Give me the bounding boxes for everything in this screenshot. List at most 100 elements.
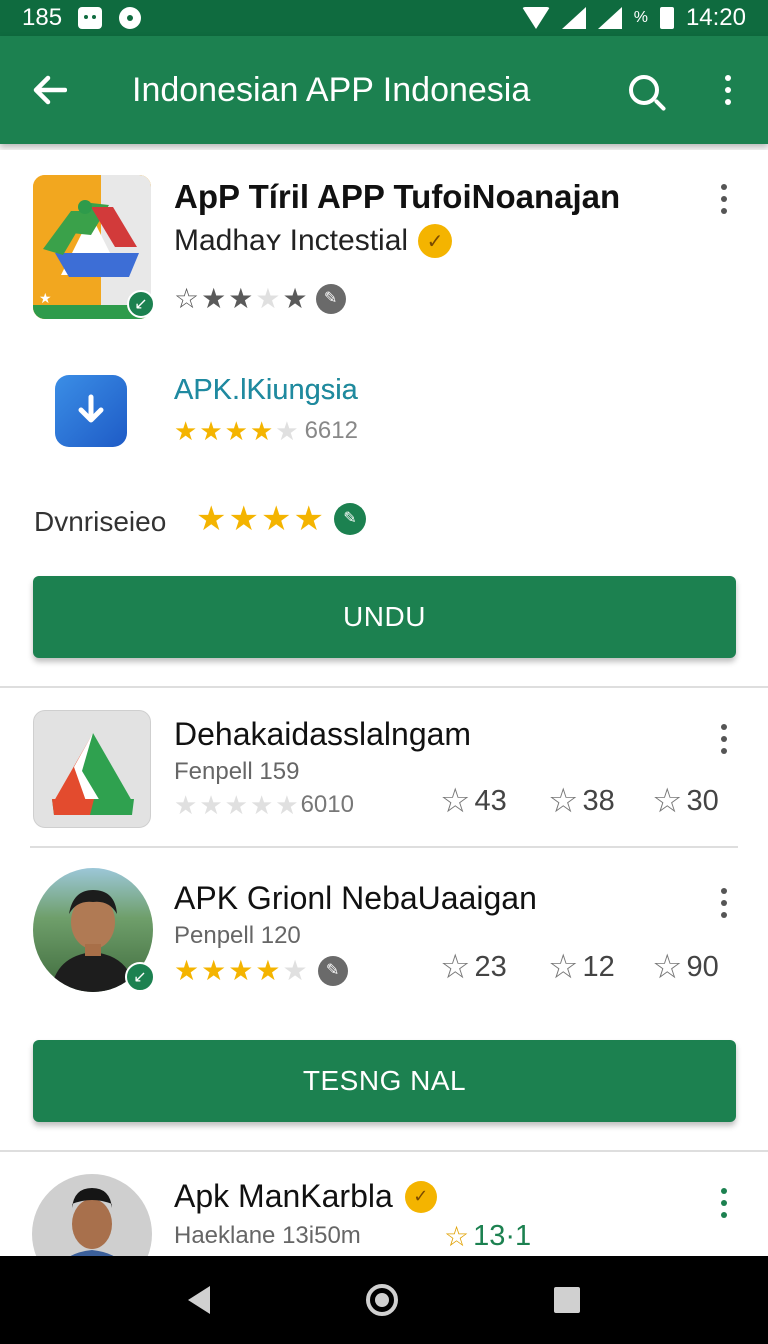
star-icon: ★ [228, 283, 254, 314]
star-outline-icon: ☆ [548, 782, 579, 820]
star-outline-icon: ☆ [174, 283, 200, 314]
record-icon [118, 7, 142, 29]
star-empty-icon: ★ [275, 416, 299, 446]
star-outline-icon: ☆ [444, 1220, 470, 1252]
star-icon: ★ [201, 955, 227, 986]
list-item-2-meta: Penpell 120 [174, 922, 301, 949]
star-outline-icon: ☆ [652, 782, 683, 820]
battery-icon [659, 7, 674, 29]
verified-badge-icon: ↙ [127, 290, 155, 318]
signal-icon-2 [597, 7, 622, 29]
star-icon: ★ [224, 416, 248, 446]
star-empty-icon: ★ [275, 790, 299, 820]
list-item-3-more-button[interactable] [721, 1188, 727, 1218]
app2-count: 6612 [304, 417, 358, 444]
nav-back-icon[interactable] [188, 1286, 210, 1314]
status-bar: 185 % 14:20 [0, 0, 768, 36]
star-empty-icon: ★ [224, 790, 248, 820]
list-item-3-name: Apk ManKarbla [174, 1178, 393, 1214]
star-icon: ★ [199, 416, 223, 446]
list-item-1-count: 6010 [300, 791, 354, 818]
face-notification-icon [78, 7, 103, 29]
app1-more-button[interactable] [721, 184, 727, 214]
stat-2: ☆ 38 [548, 782, 615, 820]
star-icon: ★ [260, 500, 292, 538]
list-item-2-title: APK Grionl NebaUaaigan [174, 880, 537, 916]
list-item-3-meta: Haeklane 13i50m [174, 1222, 361, 1249]
nav-home-icon[interactable] [366, 1284, 398, 1316]
page-title: Indonesian APP Indonesia [132, 70, 531, 109]
verified-badge-icon: ↙ [125, 962, 155, 992]
star-icon: ★ [196, 500, 227, 538]
star-icon: ★ [201, 283, 227, 314]
star-empty-icon: ★ [255, 283, 281, 314]
nav-recents-icon[interactable] [554, 1287, 580, 1313]
arrow-left-icon [33, 75, 67, 105]
more-vert-icon [725, 75, 731, 105]
list-item[interactable]: Dehakaidasslalngam Fenpell 159 ★ ★ ★ ★ ★… [0, 688, 768, 846]
app2-icon[interactable] [55, 375, 127, 447]
edit-badge-icon: ✎ [315, 284, 346, 314]
star-outline-icon: ☆ [440, 948, 471, 986]
star-half-icon: ★ [255, 955, 281, 986]
star-empty-icon: ★ [199, 790, 223, 820]
list-item-3-title: Apk ManKarbla ✓ [174, 1178, 437, 1215]
star-icon: ★ [228, 955, 254, 986]
download-icon [78, 394, 104, 423]
award-badge-icon: ✓ [418, 224, 453, 258]
tesng-nal-button[interactable]: TESNG NAL [33, 1040, 736, 1122]
app1-developer: Madhaʏ Inctestial [174, 224, 409, 257]
stat-1: ☆ 23 [440, 948, 507, 986]
verified-badge-icon: ✎ [333, 503, 366, 535]
undu-button[interactable]: UNDU [33, 576, 736, 658]
more-vert-icon [721, 184, 727, 214]
app-bar: Indonesian APP Indonesia [0, 36, 768, 144]
list-item-1-more-button[interactable] [721, 724, 727, 754]
app1-rating: ☆ ★ ★ ★ ★ ✎ [174, 284, 346, 314]
list-item[interactable]: Apk ManKarbla ✓ Haeklane 13i50m ☆ 13·1 [0, 1152, 768, 1294]
stat-3: ☆ 90 [652, 948, 719, 986]
app-list-card: Dehakaidasslalngam Fenpell 159 ★ ★ ★ ★ ★… [0, 688, 768, 1150]
search-icon [629, 75, 659, 105]
app2-rating: ★ ★ ★ ★ ★ 6612 [174, 418, 358, 444]
star-icon: ★ [282, 283, 308, 314]
star-outline-icon: ☆ [548, 948, 579, 986]
list-item-3-stat: ☆ 13·1 [444, 1220, 532, 1252]
list-item-1-title: Dehakaidasslalngam [174, 716, 472, 752]
more-vert-icon [721, 724, 727, 754]
overflow-menu-button[interactable] [696, 36, 760, 144]
list-item-1-rating: ★ ★ ★ ★ ★ 6010 [174, 792, 354, 818]
wifi-icon [521, 7, 550, 29]
star-icon: ★ [174, 955, 200, 986]
stat-3: ☆ 30 [652, 782, 719, 820]
stat-2: ☆ 12 [548, 948, 615, 986]
app1-title[interactable]: ApP Tíril APP TufoiNoanajan [174, 178, 620, 216]
developer-row-rating: ★ ★ ★ ★ ✎ [196, 502, 366, 536]
featured-card: ★ ↙ ApP Tíril APP TufoiNoanajan Madhaʏ I… [0, 150, 768, 686]
status-time: 14:20 [685, 4, 746, 31]
back-button[interactable] [0, 36, 100, 144]
more-vert-icon [721, 1188, 727, 1218]
list-item-2-more-button[interactable] [721, 888, 727, 918]
system-nav-bar [0, 1256, 768, 1344]
battery-percent: % [633, 9, 648, 26]
star-icon: ★ [174, 416, 198, 446]
status-left-text: 185 [22, 4, 63, 31]
list-item[interactable]: ↙ APK Grionl NebaUaaigan Penpell 120 ★ ★… [0, 848, 768, 1018]
svg-text:★: ★ [39, 290, 52, 306]
star-outline-icon: ☆ [440, 782, 471, 820]
star-empty-icon: ★ [249, 790, 274, 820]
star-empty-icon: ★ [282, 955, 308, 986]
developer-row-label: Dvnriseieo [34, 506, 167, 537]
more-vert-icon [721, 888, 727, 918]
award-badge-icon: ✓ [404, 1180, 437, 1213]
stat-1: ☆ 43 [440, 782, 507, 820]
star-half-icon: ★ [249, 416, 274, 446]
app2-name[interactable]: APK.lKiungsia [174, 374, 358, 407]
star-outline-icon: ☆ [652, 948, 683, 986]
list-item-1-icon [33, 710, 151, 828]
list-item-2-rating: ★ ★ ★ ★ ★ ✎ [174, 956, 348, 986]
edit-badge-icon: ✎ [317, 956, 348, 986]
search-button[interactable] [612, 36, 676, 144]
app-list-card-2: Apk ManKarbla ✓ Haeklane 13i50m ☆ 13·1 [0, 1152, 768, 1294]
